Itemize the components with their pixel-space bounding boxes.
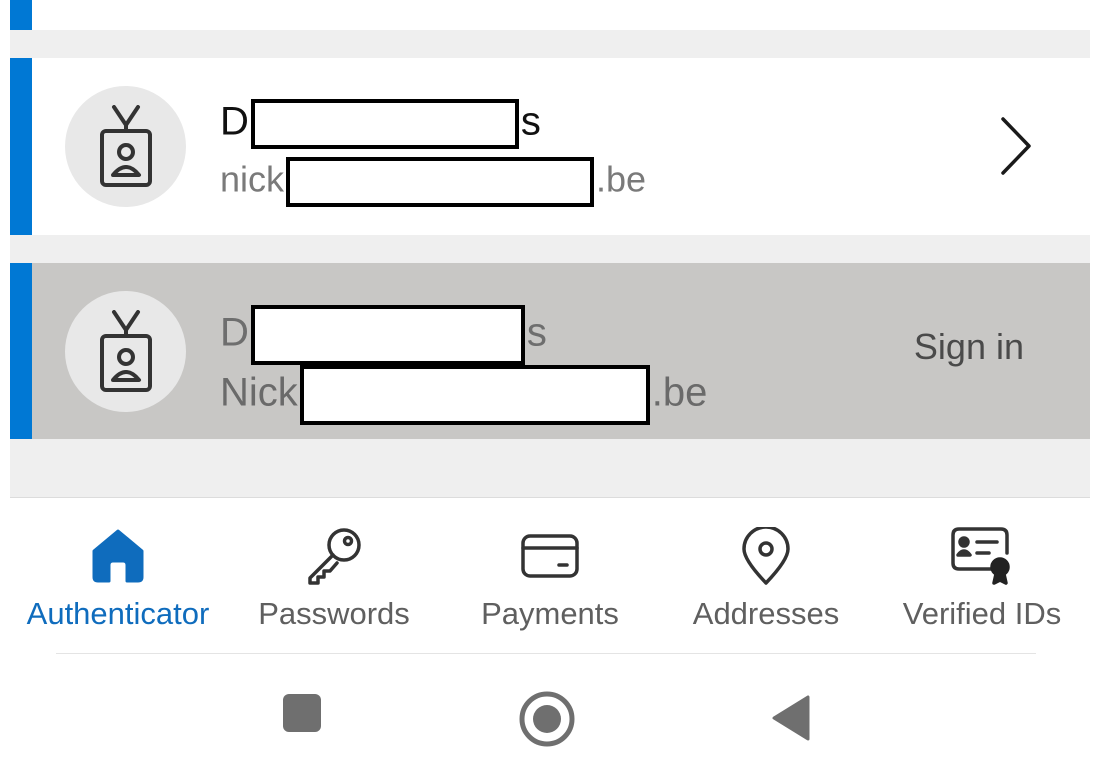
home-icon	[92, 526, 144, 586]
previous-account-row-partial[interactable]	[10, 0, 1090, 30]
redaction-box	[250, 99, 519, 149]
tab-label: Verified IDs	[902, 596, 1062, 631]
recents-square-icon[interactable]	[281, 692, 323, 739]
tab-label: Addresses	[692, 596, 840, 631]
account-name-end: s	[520, 99, 541, 144]
tab-payments[interactable]: Payments	[442, 498, 658, 648]
account-name: Ds	[220, 99, 541, 149]
key-icon	[304, 526, 364, 586]
account-email-start: nick	[220, 158, 285, 200]
system-navigation-bar	[0, 660, 1095, 777]
authenticator-screen: Ds nick .be D s Nick .be Sign in Authent…	[0, 0, 1095, 777]
account-name-start: D	[220, 310, 249, 355]
work-badge-icon	[98, 309, 154, 394]
tab-authenticator[interactable]: Authenticator	[10, 498, 226, 648]
home-circle-icon[interactable]	[518, 690, 576, 753]
work-badge-icon	[98, 104, 154, 189]
account-list[interactable]: Ds nick .be D s Nick .be Sign in	[10, 0, 1090, 498]
tab-label: Passwords	[258, 596, 410, 631]
tab-label: Authenticator	[26, 596, 210, 631]
tab-label: Payments	[481, 596, 619, 631]
location-pin-icon	[741, 526, 791, 586]
account-avatar	[65, 291, 186, 412]
account-email-end: .be	[596, 158, 647, 200]
accent-bar	[10, 0, 32, 30]
redaction-box	[250, 305, 525, 365]
accent-bar	[10, 58, 32, 235]
account-email-end: .be	[651, 370, 708, 415]
credit-card-icon	[521, 526, 579, 586]
account-avatar	[65, 86, 186, 207]
account-email: Nick .be	[220, 365, 707, 425]
account-row[interactable]: Ds nick .be	[10, 58, 1090, 235]
back-triangle-icon[interactable]	[770, 694, 812, 747]
redaction-box	[286, 157, 595, 207]
divider	[56, 653, 1036, 654]
tab-passwords[interactable]: Passwords	[226, 498, 442, 648]
accent-bar	[10, 263, 32, 439]
tab-addresses[interactable]: Addresses	[658, 498, 874, 648]
account-email-start: Nick	[220, 370, 298, 415]
account-row-selected[interactable]: Ds Nick .be Sign in	[10, 263, 1090, 439]
account-email: nick .be	[220, 157, 646, 207]
sign-in-button[interactable]: Sign in	[914, 329, 1024, 365]
account-name: Ds	[220, 305, 547, 365]
account-name-end: s	[526, 310, 547, 355]
redaction-box	[299, 365, 650, 425]
chevron-right-icon[interactable]	[1000, 116, 1032, 181]
account-name-start: D	[220, 99, 249, 144]
bottom-tab-bar: Authenticator Passwords Payments Address…	[10, 498, 1090, 648]
tab-verified-ids[interactable]: Verified IDs	[874, 498, 1090, 648]
verified-id-icon	[951, 526, 1013, 586]
